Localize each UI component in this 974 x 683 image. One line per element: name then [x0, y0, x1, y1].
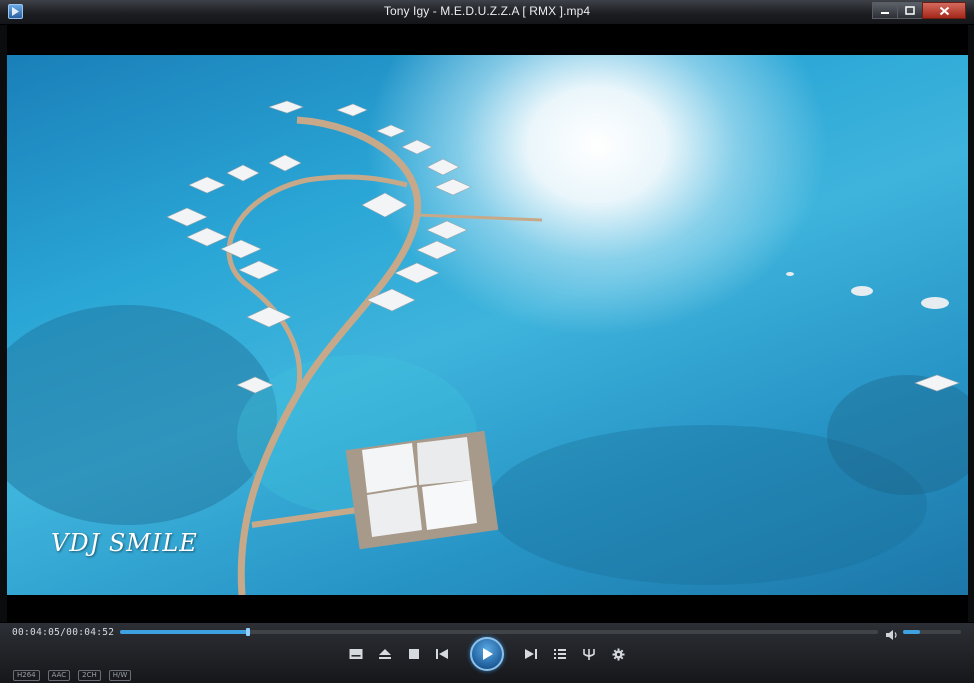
next-icon: [525, 649, 537, 659]
codec-badge-audio: AAC: [47, 670, 71, 681]
previous-icon: [436, 649, 448, 659]
equalizer-icon: [583, 649, 595, 660]
window-controls: [872, 2, 966, 20]
codec-badge-video: H264: [13, 670, 40, 681]
seek-bar-fill: [120, 630, 248, 634]
playback-buttons: [0, 637, 974, 671]
playlist-button[interactable]: [552, 647, 568, 661]
maximize-button[interactable]: [897, 2, 923, 19]
seek-bar[interactable]: [120, 628, 878, 636]
volume-slider[interactable]: [903, 630, 961, 634]
seek-handle[interactable]: [246, 628, 250, 636]
video-frame[interactable]: VDJ SMILE: [7, 55, 968, 595]
playlist-icon: [554, 649, 566, 659]
channel-badge: 2CH: [78, 670, 101, 681]
window-title: Tony Igy - M.E.D.U.Z.Z.A [ RMX ].mp4: [383, 4, 591, 18]
minimize-button[interactable]: [872, 2, 898, 19]
video-area[interactable]: VDJ SMILE: [7, 25, 968, 625]
gear-icon: [612, 648, 624, 660]
control-bar: 00:04:05/00:04:52 H264 AAC 2CH H/W: [0, 622, 974, 683]
stop-icon: [409, 649, 419, 659]
maximize-icon: [905, 6, 915, 15]
settings-button[interactable]: [610, 647, 626, 661]
eject-button[interactable]: [377, 647, 393, 661]
previous-button[interactable]: [434, 647, 450, 661]
equalizer-button[interactable]: [581, 647, 597, 661]
watermark-text: VDJ SMILE: [51, 529, 198, 557]
next-button[interactable]: [523, 647, 539, 661]
minimize-icon: [881, 11, 889, 14]
resort-scene: [7, 100, 968, 595]
volume-fill: [903, 630, 920, 634]
play-icon: [483, 648, 493, 660]
stop-button[interactable]: [406, 647, 422, 661]
decoder-badge: H/W: [108, 670, 132, 681]
title-bar: Tony Igy - M.E.D.U.Z.Z.A [ RMX ].mp4: [0, 0, 974, 25]
subtitle-button[interactable]: [348, 647, 364, 661]
subtitle-icon: [349, 649, 363, 659]
close-icon: [939, 6, 949, 15]
play-button[interactable]: [470, 637, 504, 671]
codec-badges: H264 AAC 2CH H/W: [13, 670, 132, 681]
eject-icon: [379, 649, 391, 659]
close-button[interactable]: [922, 2, 966, 19]
